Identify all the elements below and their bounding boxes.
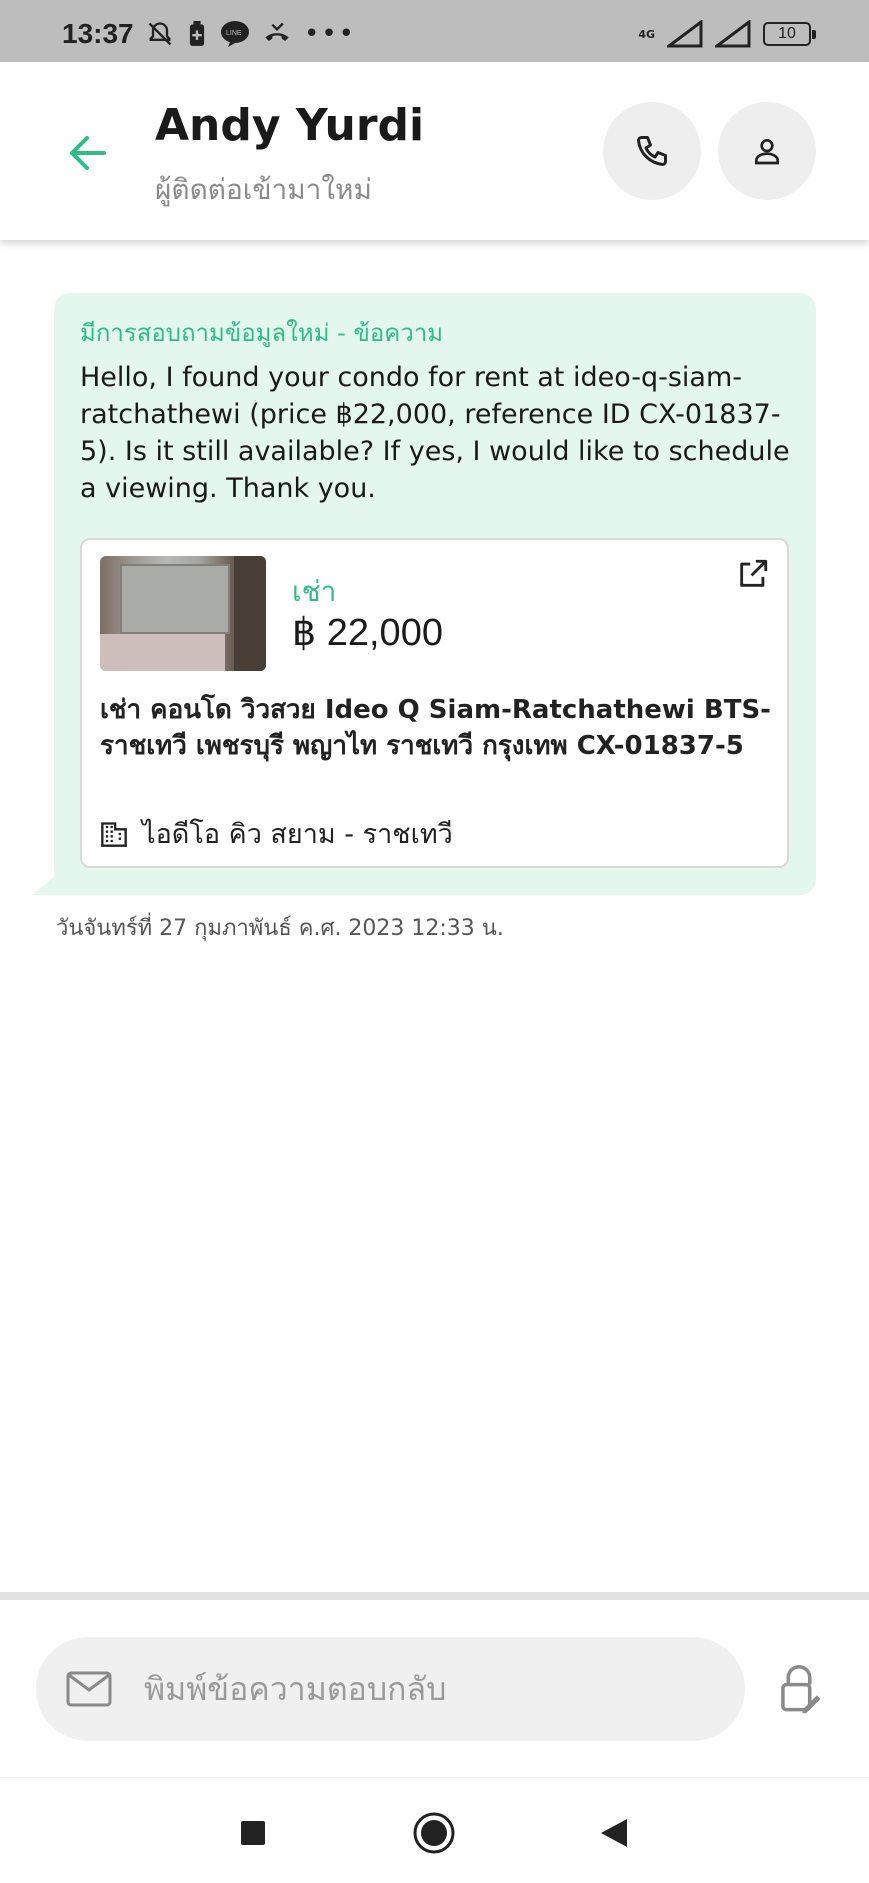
circle-icon	[413, 1812, 455, 1854]
reply-divider	[0, 1592, 869, 1600]
open-listing-button[interactable]	[733, 554, 773, 594]
status-icons-left: LINE •••	[146, 20, 356, 48]
profile-button[interactable]	[718, 102, 816, 200]
back-button[interactable]	[62, 128, 112, 178]
call-button[interactable]	[603, 102, 701, 200]
network-type-label: 4G	[638, 27, 655, 41]
status-bar: 13:37 LINE ••• 4G 10	[0, 0, 869, 62]
recent-apps-button[interactable]	[228, 1808, 278, 1858]
missed-call-icon	[265, 22, 289, 41]
more-notifications-icon: •••	[304, 19, 357, 49]
back-nav-button[interactable]	[589, 1808, 639, 1858]
reply-input[interactable]: พิมพ์ข้อความตอบกลับ	[36, 1637, 745, 1741]
status-icons-right: 4G 10	[638, 20, 816, 48]
listing-project-name: ไอดีโอ คิว สยาม - ราชเทวี	[142, 819, 453, 850]
mail-icon	[66, 1671, 112, 1707]
battery-icon: 10	[763, 22, 816, 46]
listing-type: เช่า	[292, 575, 337, 608]
mute-bell-icon	[148, 22, 172, 46]
home-button[interactable]	[409, 1808, 459, 1858]
contact-name: Andy Yurdi	[155, 100, 425, 151]
signal-icon-2	[715, 20, 751, 48]
battery-saver-icon	[189, 21, 205, 46]
status-time: 13:37	[62, 18, 134, 49]
listing-title: เช่า คอนโด วิวสวย Ideo Q Siam-Ratchathew…	[100, 695, 771, 761]
contact-status: ผู้ติดต่อเข้ามาใหม่	[155, 173, 372, 206]
message-title: มีการสอบถามข้อมูลใหม่ - ข้อความ	[80, 319, 444, 347]
person-icon	[755, 139, 779, 165]
template-button[interactable]	[772, 1660, 826, 1720]
system-nav-bar	[0, 1777, 869, 1883]
triangle-back-icon	[601, 1819, 627, 1847]
listing-project: ไอดีโอ คิว สยาม - ราชเทวี	[100, 812, 453, 855]
line-app-icon: LINE	[221, 21, 249, 47]
phone-icon	[637, 136, 667, 166]
signal-icon	[667, 20, 703, 48]
external-link-icon	[740, 559, 768, 587]
listing-price: ฿ 22,000	[292, 612, 443, 654]
reply-placeholder: พิมพ์ข้อความตอบกลับ	[144, 1669, 447, 1708]
listing-card[interactable]: เช่า ฿ 22,000 เช่า คอนโด วิวสวย Ideo Q S…	[80, 538, 789, 868]
chat-header: Andy Yurdi ผู้ติดต่อเข้ามาใหม่	[0, 62, 869, 240]
listing-thumbnail	[100, 556, 266, 671]
square-icon	[241, 1821, 265, 1845]
app-root: 13:37 LINE ••• 4G 10 Andy Yurdi ผู้ติดต่…	[0, 0, 869, 1883]
building-icon	[101, 821, 127, 847]
message-bubble: มีการสอบถามข้อมูลใหม่ - ข้อความ Hello, I…	[54, 293, 816, 895]
reply-area: พิมพ์ข้อความตอบกลับ	[0, 1600, 869, 1777]
message-timestamp: วันจันทร์ที่ 27 กุมภาพันธ์ ค.ศ. 2023 12:…	[56, 916, 504, 941]
svg-text:LINE: LINE	[226, 30, 242, 37]
lock-edit-icon	[781, 1665, 821, 1714]
arrow-left-icon	[70, 136, 106, 170]
message-body: Hello, I found your condo for rent at id…	[80, 362, 790, 504]
